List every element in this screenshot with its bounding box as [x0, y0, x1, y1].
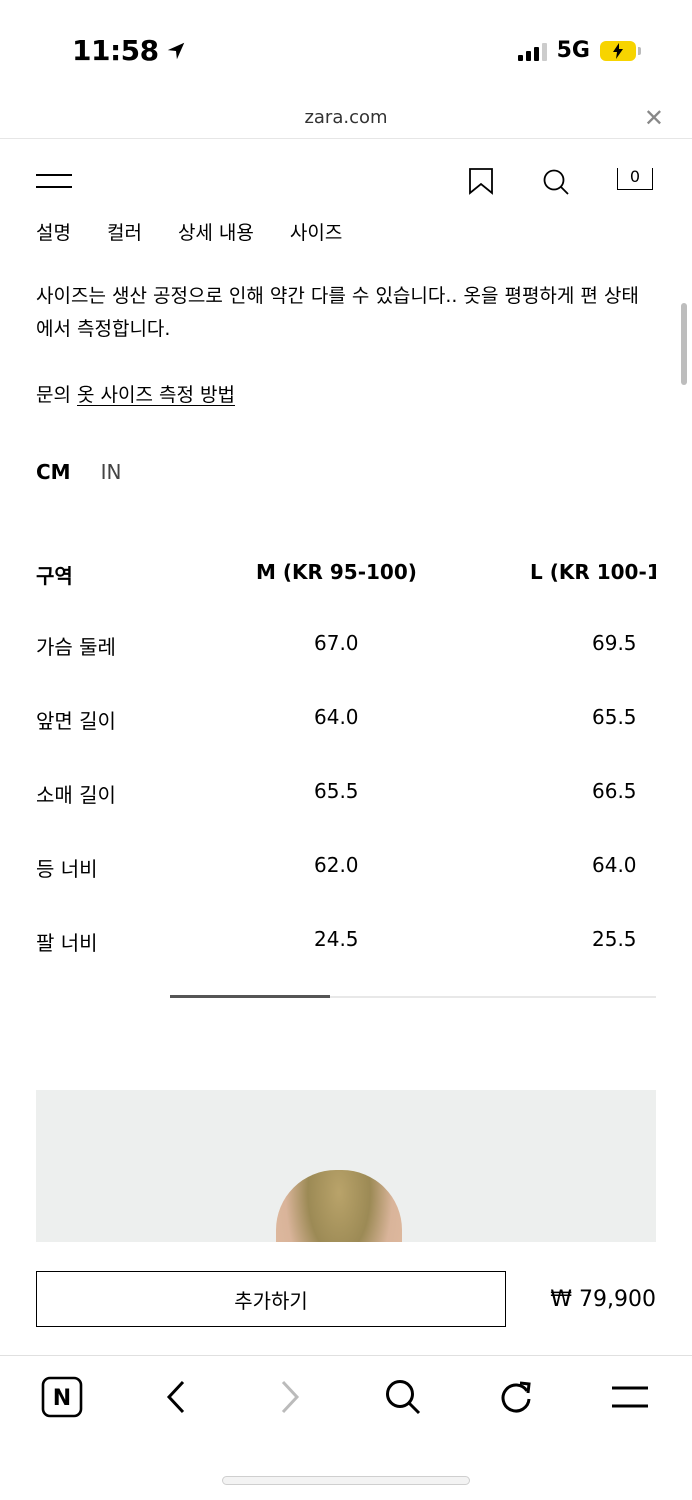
row-label: 소매 길이 — [36, 783, 116, 807]
row-label: 가슴 둘레 — [36, 635, 116, 659]
home-indicator[interactable] — [222, 1476, 470, 1485]
table-row: 소매 길이 65.5 66.5 — [36, 779, 656, 813]
row-label: 앞면 길이 — [36, 709, 116, 733]
home-button[interactable]: N — [40, 1375, 84, 1419]
bookmark-icon[interactable] — [467, 167, 495, 195]
table-header-cell: L (KR 100-1 — [530, 560, 656, 584]
size-value: 66.5 — [592, 779, 637, 803]
table-row: 가슴 둘레 67.0 69.5 — [36, 631, 656, 665]
model-photo — [276, 1170, 402, 1242]
signal-icon — [517, 41, 547, 61]
product-tabs: 설명 컬러 상세 내용 사이즈 — [36, 218, 378, 245]
search-icon[interactable] — [541, 167, 571, 197]
size-value: 25.5 — [592, 927, 637, 951]
status-time: 11:58 — [72, 34, 187, 67]
menu-icon — [612, 1386, 648, 1408]
product-price: ₩ 79,900 — [550, 1287, 656, 1312]
unit-in[interactable]: IN — [101, 460, 122, 484]
size-value: 62.0 — [314, 853, 359, 877]
size-value: 65.5 — [314, 779, 359, 803]
help-prefix: 문의 — [36, 384, 71, 406]
forward-button[interactable] — [268, 1375, 312, 1419]
refresh-button[interactable] — [494, 1375, 538, 1419]
size-value: 64.0 — [314, 705, 359, 729]
divider — [0, 1355, 692, 1356]
page-scrollbar[interactable] — [681, 303, 687, 385]
location-arrow-icon — [167, 42, 184, 59]
size-description: 사이즈는 생산 공정으로 인해 약간 다를 수 있습니다.. 옷을 평평하게 편… — [36, 285, 639, 340]
naver-home-icon: N — [41, 1376, 83, 1418]
clock: 11:58 — [72, 34, 159, 67]
table-scrollbar-thumb[interactable] — [170, 995, 330, 998]
refresh-icon — [501, 1381, 531, 1413]
tab-size[interactable]: 사이즈 — [290, 218, 342, 245]
tab-details[interactable]: 상세 내용 — [178, 218, 254, 245]
back-button[interactable] — [154, 1375, 198, 1419]
table-row: 등 너비 62.0 64.0 — [36, 853, 656, 887]
table-row: 팔 너비 24.5 25.5 — [36, 927, 656, 955]
status-indicators: 5G — [517, 38, 641, 63]
chevron-left-icon — [166, 1380, 185, 1414]
tab-color[interactable]: 컬러 — [107, 218, 142, 245]
row-label: 등 너비 — [36, 857, 98, 881]
unit-cm[interactable]: CM — [36, 460, 71, 484]
size-guide-link[interactable]: 옷 사이즈 측정 방법 — [77, 384, 235, 406]
unit-toggle: CM IN — [36, 460, 121, 484]
size-value: 67.0 — [314, 631, 359, 655]
size-value: 65.5 — [592, 705, 637, 729]
url-bar[interactable]: zara.com — [0, 107, 692, 128]
size-help: 문의 옷 사이즈 측정 방법 — [36, 380, 235, 407]
close-icon[interactable]: ✕ — [644, 104, 664, 132]
search-button[interactable] — [381, 1375, 425, 1419]
table-header-cell: M (KR 95-100) — [256, 560, 417, 584]
product-image[interactable] — [36, 1090, 656, 1242]
size-value: 69.5 — [592, 631, 637, 655]
cart-icon[interactable]: 0 — [617, 168, 653, 190]
size-value: 24.5 — [314, 927, 359, 951]
menu-button[interactable] — [608, 1375, 652, 1419]
row-label: 팔 너비 — [36, 931, 98, 955]
size-value: 64.0 — [592, 853, 637, 877]
size-table: 구역 M (KR 95-100) L (KR 100-1 가슴 둘레 67.0 … — [36, 555, 656, 955]
search-icon — [386, 1380, 421, 1415]
add-to-cart-button[interactable]: 추가하기 — [36, 1271, 506, 1327]
menu-icon[interactable] — [36, 172, 72, 192]
battery-icon — [600, 40, 641, 61]
chevron-right-icon — [281, 1380, 300, 1414]
tab-description[interactable]: 설명 — [36, 218, 71, 245]
table-row: 앞면 길이 64.0 65.5 — [36, 705, 656, 739]
table-header-cell: 구역 — [36, 564, 73, 588]
divider — [0, 138, 692, 139]
network-label: 5G — [556, 38, 590, 63]
svg-text:N: N — [53, 1386, 71, 1411]
table-header-row: 구역 M (KR 95-100) L (KR 100-1 — [36, 560, 656, 594]
